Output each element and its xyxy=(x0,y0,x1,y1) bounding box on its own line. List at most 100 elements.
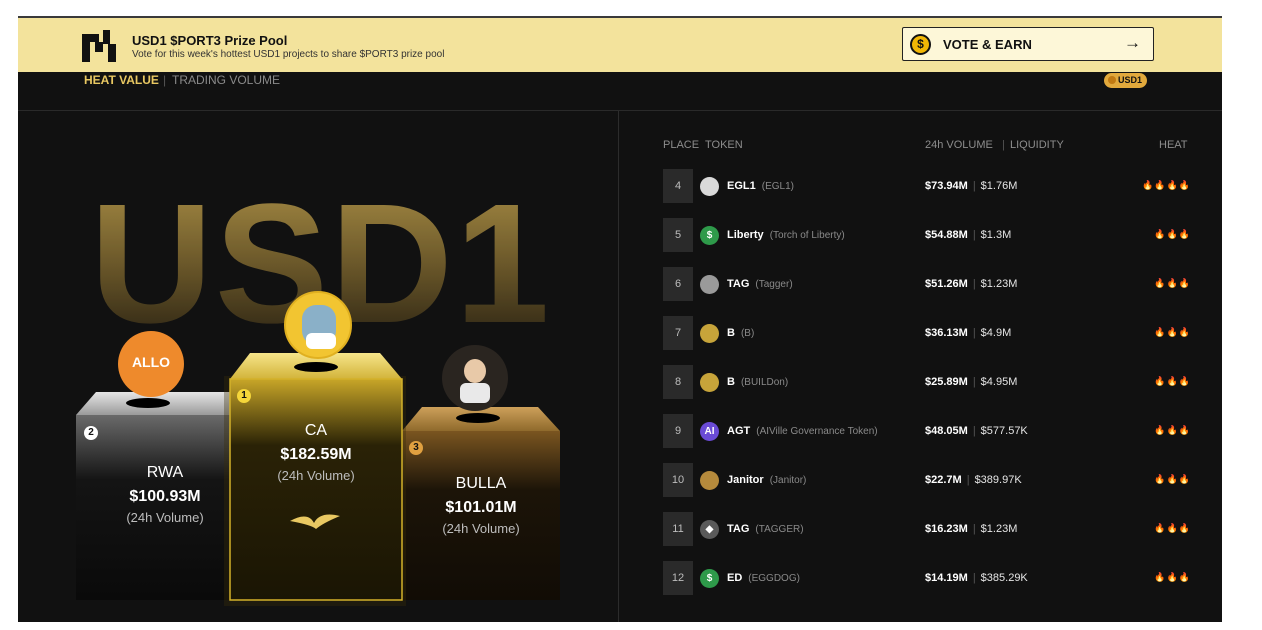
port3-logo-icon xyxy=(82,30,116,62)
token-liquidity: $577.57K xyxy=(980,425,1028,437)
metrics-sep: | xyxy=(972,572,976,584)
token-metrics: $51.26M | $1.23M xyxy=(925,278,1017,290)
token-liquidity: $4.9M xyxy=(980,327,1012,339)
vote-earn-button[interactable]: $ VOTE & EARN → xyxy=(902,27,1154,61)
token-volume: $73.94M xyxy=(925,180,968,192)
podium-shapes xyxy=(76,353,560,606)
place-number: 11 xyxy=(663,512,693,546)
token-symbol: Liberty xyxy=(727,229,764,241)
tab-heat-value[interactable]: HEAT VALUE xyxy=(84,73,159,87)
ca-avatar xyxy=(284,291,352,359)
podium-area: USD1 ALLO 2 1 3 RWA $100.93M (24h Volume… xyxy=(18,111,618,622)
token-name: AGT (AIVille Governance Token) xyxy=(727,425,878,437)
heat-flames-icon: 🔥🔥🔥 xyxy=(1154,523,1191,533)
table-row[interactable]: 7 B (B) $36.13M | $4.9M 🔥🔥🔥 xyxy=(663,316,1193,350)
heat-flames-icon: 🔥🔥🔥 xyxy=(1154,229,1191,239)
heat-flames-icon: 🔥🔥🔥🔥 xyxy=(1142,180,1191,190)
header-liquidity: LIQUIDITY xyxy=(1010,139,1064,151)
token-name: TAG (Tagger) xyxy=(727,278,793,290)
table-row[interactable]: 11 ◆ TAG (TAGGER) $16.23M | $1.23M 🔥🔥🔥 xyxy=(663,512,1193,546)
token-metrics: $54.88M | $1.3M xyxy=(925,229,1011,241)
token-full-name: (TAGGER) xyxy=(755,524,804,535)
podium-2-info: RWA $100.93M (24h Volume) xyxy=(76,464,254,525)
place-number: 8 xyxy=(663,365,693,399)
place-number: 7 xyxy=(663,316,693,350)
metrics-sep: | xyxy=(972,278,976,290)
token-name: Janitor (Janitor) xyxy=(727,474,806,486)
podium-1-body xyxy=(229,378,403,601)
token-symbol: AGT xyxy=(727,425,751,437)
agt-icon: AI xyxy=(700,422,719,441)
heat-flames-icon: 🔥🔥🔥 xyxy=(1154,572,1191,582)
metrics-sep: | xyxy=(972,327,976,339)
rank-badge-2: 2 xyxy=(84,426,98,440)
builder-icon xyxy=(700,324,719,343)
janitor-icon xyxy=(700,471,719,490)
rwa-avatar: ALLO xyxy=(118,331,184,397)
podium-3-name: BULLA xyxy=(455,475,507,492)
heat-flames-icon: 🔥🔥🔥 xyxy=(1154,425,1191,435)
podium-3-value: $101.01M xyxy=(445,499,517,516)
token-name: ED (EGGDOG) xyxy=(727,572,800,584)
podium-1-info: CA $182.59M (24h Volume) xyxy=(230,422,402,483)
token-metrics: $22.7M | $389.97K xyxy=(925,474,1022,486)
token-volume: $16.23M xyxy=(925,523,968,535)
header-token: TOKEN xyxy=(705,139,743,151)
token-liquidity: $1.3M xyxy=(980,229,1012,241)
podium-1-name: CA xyxy=(304,422,328,439)
token-volume: $48.05M xyxy=(925,425,968,437)
bulla-avatar xyxy=(442,345,508,411)
rank-badge-1: 1 xyxy=(237,389,251,403)
token-symbol: B xyxy=(727,376,735,388)
table-row[interactable]: 4 EGL1 (EGL1) $73.94M | $1.76M 🔥🔥🔥🔥 xyxy=(663,169,1193,203)
token-symbol: B xyxy=(727,327,735,339)
token-symbol: TAG xyxy=(727,523,750,535)
token-liquidity: $389.97K xyxy=(974,474,1022,486)
metrics-sep: | xyxy=(966,474,970,486)
header-place: PLACE xyxy=(663,139,700,151)
header-sep: | xyxy=(1002,139,1005,151)
token-metrics: $48.05M | $577.57K xyxy=(925,425,1028,437)
token-name: EGL1 (EGL1) xyxy=(727,180,794,192)
header-volume: 24h VOLUME xyxy=(925,139,993,151)
arrow-right-icon: → xyxy=(1124,33,1141,52)
dollar-icon: $ xyxy=(700,569,719,588)
table-row[interactable]: 12 $ ED (EGGDOG) $14.19M | $385.29K 🔥🔥🔥 xyxy=(663,561,1193,595)
token-full-name: (BUILDon) xyxy=(740,377,789,388)
podium-3-info: BULLA $101.01M (24h Volume) xyxy=(402,475,560,536)
token-full-name: (Janitor) xyxy=(769,475,807,486)
heat-flames-icon: 🔥🔥🔥 xyxy=(1154,327,1191,337)
token-liquidity: $1.76M xyxy=(980,180,1018,192)
token-name: B (B) xyxy=(727,327,754,339)
table-row[interactable]: 5 $ Liberty (Torch of Liberty) $54.88M | $1.3M… xyxy=(663,218,1193,252)
metrics-sep: | xyxy=(972,180,976,192)
builder-icon xyxy=(700,373,719,392)
robot-icon xyxy=(700,275,719,294)
token-name: TAG (TAGGER) xyxy=(727,523,804,535)
metrics-sep: | xyxy=(972,523,976,535)
tab-trading-volume[interactable]: TRADING VOLUME xyxy=(172,73,280,87)
rank-badge-3: 3 xyxy=(409,441,423,455)
table-row[interactable]: 6 TAG (Tagger) $51.26M | $1.23M 🔥🔥🔥 xyxy=(663,267,1193,301)
table-row[interactable]: 9 AI AGT (AIVille Governance Token) $48.05M |… xyxy=(663,414,1193,448)
podium-3-sub: (24h Volume) xyxy=(442,521,520,536)
table-row[interactable]: 8 B (BUILDon) $25.89M | $4.95M 🔥🔥🔥 xyxy=(663,365,1193,399)
table-row[interactable]: 10 Janitor (Janitor) $22.7M | $389.97K 🔥🔥🔥 xyxy=(663,463,1193,497)
ranking-table: PLACE TOKEN 24h VOLUME | LIQUIDITY HEAT … xyxy=(619,111,1222,622)
token-metrics: $14.19M | $385.29K xyxy=(925,572,1028,584)
token-volume: $36.13M xyxy=(925,327,968,339)
token-symbol: TAG xyxy=(727,278,750,290)
place-number: 5 xyxy=(663,218,693,252)
header-heat: HEAT xyxy=(1159,139,1188,151)
banner-title: USD1 $PORT3 Prize Pool xyxy=(132,33,288,48)
token-volume: $51.26M xyxy=(925,278,968,290)
token-volume: $22.7M xyxy=(925,474,962,486)
token-metrics: $36.13M | $4.9M xyxy=(925,327,1011,339)
token-name: B (BUILDon) xyxy=(727,376,788,388)
token-full-name: (EGL1) xyxy=(761,181,794,192)
tab-separator: | xyxy=(163,73,167,87)
heat-flames-icon: 🔥🔥🔥 xyxy=(1154,376,1191,386)
vote-earn-label: VOTE & EARN xyxy=(943,37,1032,52)
heat-flames-icon: 🔥🔥🔥 xyxy=(1154,474,1191,484)
token-full-name: (B) xyxy=(740,328,755,339)
